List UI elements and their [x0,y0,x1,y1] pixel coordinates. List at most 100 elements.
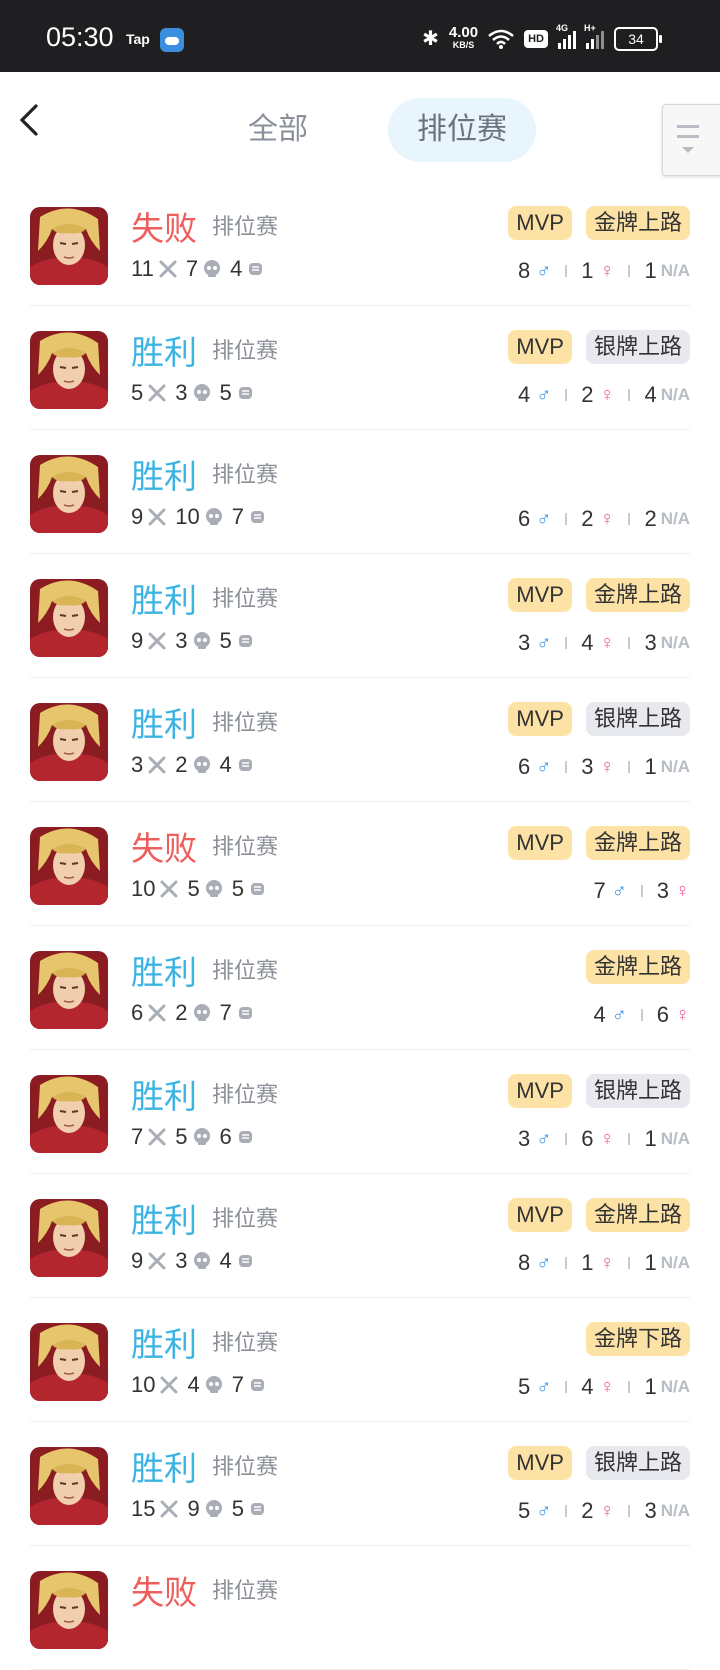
match-result: 胜利 [131,1078,197,1115]
match-row[interactable]: 胜利 排位赛 5 3 5 MVP 银牌上路 4 ♂ 2 ♀ 4 N/A [0,306,720,430]
female-count: 2 [581,506,594,531]
deaths-value: 5 [175,1124,188,1149]
assist-fist-icon [246,259,266,279]
hero-avatar [30,827,108,905]
badge-group: MVP 银牌上路 [508,1446,690,1480]
mvp-badge: MVP [508,206,572,240]
weather-icon [160,28,184,52]
kda-stats: 10 4 7 [131,1372,276,1398]
match-row[interactable]: 胜利 排位赛 9 10 7 6 ♂ 2 ♀ 2 N/A [0,430,720,554]
death-skull-icon [192,631,212,651]
match-mode: 排位赛 [212,710,279,735]
na-label: N/A [660,509,690,528]
match-row[interactable]: 失败 排位赛 10 5 5 MVP 金牌上路 7 ♂ 3 ♀ [0,802,720,926]
match-row[interactable]: 胜利 排位赛 9 3 4 MVP 金牌上路 8 ♂ 1 ♀ 1 N/A [0,1174,720,1298]
male-count: 8 [517,1250,531,1275]
deaths-value: 5 [187,876,200,901]
badge-group: MVP 金牌上路 [508,578,690,612]
match-list: 失败 排位赛 11 7 4 MVP 金牌上路 8 ♂ 1 ♀ 1 N/A 胜利 排位赛 5 3 5 MVP 银牌上路 4… [0,182,720,1670]
separator [628,265,631,277]
kda-stats: 15 9 5 [131,1496,276,1522]
female-symbol-icon: ♀ [599,755,615,778]
team-gender-stats: 4 ♂ 6 ♀ [594,1002,691,1028]
deaths-value: 3 [175,380,188,405]
female-count: 1 [581,258,594,283]
rank-badge: 银牌上路 [585,1446,690,1480]
match-row[interactable]: 胜利 排位赛 9 3 5 MVP 金牌上路 3 ♂ 4 ♀ 3 N/A [0,554,720,678]
kill-swords-icon [159,879,179,899]
female-count: 6 [656,1002,669,1027]
team-gender-stats: 5 ♂ 2 ♀ 3 N/A [518,1498,690,1524]
filter-line-icon [677,135,699,138]
match-row[interactable]: 胜利 排位赛 15 9 5 MVP 银牌上路 5 ♂ 2 ♀ 3 N/A [0,1422,720,1546]
separator [640,885,643,897]
hero-avatar [30,1323,108,1401]
assists-value: 7 [219,1000,232,1025]
filter-line-icon [677,125,699,128]
team-gender-stats: 7 ♂ 3 ♀ [594,878,691,904]
match-row[interactable]: 胜利 排位赛 6 2 7 金牌上路 4 ♂ 6 ♀ [0,926,720,1050]
deaths-value: 2 [175,1000,188,1025]
female-symbol-icon: ♀ [599,631,615,654]
assist-fist-icon [236,1127,256,1147]
match-mode: 排位赛 [212,958,279,983]
wifi-icon [488,29,514,49]
kills-value: 5 [131,380,144,405]
male-count: 5 [517,1374,531,1399]
hero-avatar [30,331,108,409]
separator [628,1133,631,1145]
assists-value: 6 [219,1124,232,1149]
kill-swords-icon [147,1127,167,1147]
na-label: N/A [660,757,690,776]
male-symbol-icon: ♂ [536,1375,552,1398]
match-row[interactable]: 胜利 排位赛 10 4 7 金牌下路 5 ♂ 4 ♀ 1 N/A [0,1298,720,1422]
separator [565,761,568,773]
team-gender-stats: 6 ♂ 3 ♀ 1 N/A [518,754,690,780]
female-count: 6 [581,1126,594,1151]
male-symbol-icon: ♂ [536,383,552,406]
match-mode: 排位赛 [212,586,279,611]
separator [565,265,568,277]
tap-app-icon: Tap [126,31,150,47]
hero-avatar [30,207,108,285]
separator [628,637,631,649]
rank-badge: 银牌上路 [585,330,690,364]
match-row[interactable]: 失败 排位赛 [0,1546,720,1670]
mvp-badge: MVP [508,702,572,736]
kill-swords-icon [147,383,167,403]
na-count: 1 [644,1250,657,1275]
hero-avatar [30,1199,108,1277]
na-count: 4 [644,382,657,407]
chevron-down-icon [682,147,694,153]
match-mode: 排位赛 [212,462,279,487]
hero-avatar [30,455,108,533]
assist-fist-icon [236,755,256,775]
tab-all[interactable]: 全部 [218,98,338,162]
hero-avatar [30,703,108,781]
assist-fist-icon [248,1375,268,1395]
female-symbol-icon: ♀ [599,1499,615,1522]
death-skull-icon [204,1499,224,1519]
female-count: 3 [656,878,669,903]
na-count: 3 [644,630,657,655]
match-mode: 排位赛 [212,1578,279,1603]
filter-sort-button[interactable] [662,104,720,176]
badge-group: MVP 银牌上路 [508,330,690,364]
match-row[interactable]: 胜利 排位赛 7 5 6 MVP 银牌上路 3 ♂ 6 ♀ 1 N/A [0,1050,720,1174]
battery-icon: 34 [614,26,662,51]
male-symbol-icon: ♂ [536,507,552,530]
match-row[interactable]: 失败 排位赛 11 7 4 MVP 金牌上路 8 ♂ 1 ♀ 1 N/A [0,182,720,306]
hero-avatar [30,951,108,1029]
kills-value: 11 [131,256,154,281]
kills-value: 9 [131,504,144,529]
separator [565,1381,568,1393]
mvp-badge: MVP [508,578,572,612]
badge-group: MVP 金牌上路 [508,1198,690,1232]
tab-ranked[interactable]: 排位赛 [388,98,536,162]
separator [628,1505,631,1517]
na-label: N/A [660,1501,690,1520]
death-skull-icon [192,1251,212,1271]
match-row[interactable]: 胜利 排位赛 3 2 4 MVP 银牌上路 6 ♂ 3 ♀ 1 N/A [0,678,720,802]
back-arrow-icon[interactable] [14,100,42,140]
death-skull-icon [192,755,212,775]
